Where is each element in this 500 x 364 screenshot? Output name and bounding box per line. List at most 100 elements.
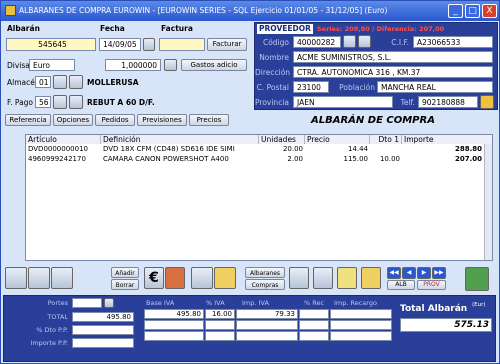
trash-icon[interactable] bbox=[361, 267, 381, 289]
search-icon[interactable] bbox=[53, 95, 67, 109]
scissors-icon[interactable] bbox=[289, 267, 309, 289]
cif-input[interactable]: A23066533 bbox=[413, 36, 493, 48]
factura-input[interactable] bbox=[159, 38, 205, 51]
close-button[interactable]: X bbox=[482, 4, 497, 18]
cif-label: C.I.F. bbox=[391, 38, 409, 47]
calendar-icon[interactable] bbox=[143, 38, 155, 51]
imp-rec-value-3 bbox=[330, 331, 392, 341]
anadir-button[interactable]: Añadir bbox=[111, 267, 139, 278]
telf-input[interactable]: 902180888 bbox=[418, 96, 478, 108]
proveedor-title: PROVEEDOR bbox=[257, 24, 313, 34]
col-articulo[interactable]: Artículo bbox=[26, 135, 101, 144]
minimize-button[interactable]: _ bbox=[448, 4, 463, 18]
portes-checkbox[interactable] bbox=[104, 298, 114, 308]
cambio-input[interactable]: 1,000000 bbox=[105, 59, 161, 71]
pct-iva-value-3 bbox=[205, 331, 235, 341]
lines-grid[interactable]: Artículo Definición Unidades Precio Dto … bbox=[25, 134, 493, 261]
tab-previsiones[interactable]: Previsiones bbox=[137, 114, 187, 126]
poblacion-input[interactable]: MANCHA REAL bbox=[377, 81, 493, 93]
phone-icon[interactable] bbox=[480, 95, 494, 109]
refresh-icon[interactable] bbox=[164, 59, 177, 71]
tools-icon[interactable] bbox=[51, 267, 73, 289]
edit-icon[interactable] bbox=[358, 35, 371, 48]
last-record-icon[interactable]: ▶▶ bbox=[432, 267, 446, 279]
vertical-scrollbar[interactable] bbox=[484, 144, 492, 260]
fecha-input[interactable]: 14/09/05 bbox=[99, 38, 141, 51]
nombre-input[interactable]: ACME SUMINISTROS, S.L. bbox=[293, 51, 493, 63]
importe-pp-label: Importe P.P. bbox=[30, 339, 68, 347]
window-title: ALBARANES DE COMPRA EUROWIN - [EUROWIN S… bbox=[19, 6, 388, 15]
row-importe: 288.80 bbox=[454, 145, 482, 153]
search-icon[interactable] bbox=[53, 75, 67, 89]
pct-iva-value: 16.00 bbox=[205, 309, 235, 319]
tab-opciones[interactable]: Opciones bbox=[53, 114, 93, 126]
pct-rec-value-2 bbox=[299, 320, 329, 330]
dto-pp-label: % Dto P.P. bbox=[36, 326, 68, 334]
direccion-label: Dirección bbox=[255, 68, 291, 77]
dto-pp-input[interactable] bbox=[72, 325, 134, 335]
edit-icon[interactable] bbox=[69, 75, 83, 89]
row-importe: 207.00 bbox=[454, 155, 482, 163]
proveedor-panel: PROVEEDOR Series: 208,80 / Diferencia: 2… bbox=[254, 22, 498, 110]
provincia-input[interactable]: JAEN bbox=[293, 96, 393, 108]
pencil-icon[interactable] bbox=[337, 267, 357, 289]
search-icon[interactable] bbox=[343, 35, 356, 48]
albaranes-button[interactable]: Albaranes bbox=[245, 267, 285, 278]
base-iva-value-2 bbox=[144, 320, 204, 330]
importe-pp-value bbox=[72, 338, 134, 348]
prev-record-icon[interactable]: ◀ bbox=[402, 267, 416, 279]
almacen-code-input[interactable]: 01 bbox=[35, 76, 51, 88]
fpago-code-input[interactable]: 56 bbox=[35, 96, 51, 108]
row-dto bbox=[370, 145, 400, 154]
base-iva-value: 495.80 bbox=[144, 309, 204, 319]
pct-rec-value bbox=[299, 309, 329, 319]
exit-icon[interactable] bbox=[465, 267, 489, 291]
nombre-label: Nombre bbox=[259, 53, 289, 62]
prov-button[interactable]: PROV bbox=[417, 280, 446, 290]
tab-referencia[interactable]: Referencia bbox=[5, 114, 51, 126]
telf-label: Telf. bbox=[400, 98, 415, 107]
imp-rec-value-2 bbox=[330, 320, 392, 330]
portes-input[interactable] bbox=[72, 298, 102, 308]
title-bar: ALBARANES DE COMPRA EUROWIN - [EUROWIN S… bbox=[1, 1, 499, 21]
row-unidades: 2.00 bbox=[287, 155, 303, 163]
select-icon[interactable] bbox=[5, 267, 27, 289]
first-record-icon[interactable]: ◀◀ bbox=[387, 267, 401, 279]
edit-icon[interactable] bbox=[69, 95, 83, 109]
albaran-number-input[interactable]: 545645 bbox=[6, 38, 96, 51]
col-dto[interactable]: Dto 1 bbox=[370, 135, 402, 144]
calculator-icon[interactable] bbox=[191, 267, 213, 289]
row-articulo: DVD0000000010 bbox=[28, 145, 88, 153]
col-unidades[interactable]: Unidades bbox=[259, 135, 305, 144]
direccion-input[interactable]: CTRA. AUTONOMICA 316 , KM.37 bbox=[293, 66, 493, 78]
next-record-icon[interactable]: ▶ bbox=[417, 267, 431, 279]
tab-pedidos[interactable]: Pedidos bbox=[95, 114, 135, 126]
fpago-label: F. Pago bbox=[7, 98, 34, 107]
total-albaran-label: Total Albarán bbox=[400, 304, 468, 314]
imp-iva-label: Imp. IVA bbox=[242, 299, 269, 307]
col-precio[interactable]: Precio bbox=[305, 135, 370, 144]
col-definicion[interactable]: Definición bbox=[101, 135, 259, 144]
col-importe[interactable]: Importe bbox=[402, 135, 492, 144]
facturar-button[interactable]: Facturar bbox=[207, 38, 247, 51]
euro-icon[interactable]: € bbox=[144, 267, 164, 289]
copy-icon[interactable] bbox=[28, 267, 50, 289]
codigo-label: Código bbox=[262, 38, 289, 47]
tab-precios[interactable]: Precios bbox=[189, 114, 229, 126]
row-unidades: 20.00 bbox=[282, 145, 303, 153]
almacen-name: MOLLERUSA bbox=[87, 78, 139, 87]
folder-icon[interactable] bbox=[214, 267, 236, 289]
alb-button[interactable]: ALB bbox=[387, 280, 415, 290]
maximize-button[interactable]: □ bbox=[465, 4, 480, 18]
borrar-button[interactable]: Borrar bbox=[111, 279, 139, 290]
row-precio: 115.00 bbox=[343, 155, 369, 163]
factura-label: Factura bbox=[161, 24, 193, 33]
book-icon[interactable] bbox=[165, 267, 185, 289]
divisa-input[interactable]: Euro bbox=[29, 59, 75, 71]
cpostal-input[interactable]: 23100 bbox=[293, 81, 329, 93]
codigo-input[interactable]: 40000282 bbox=[293, 36, 341, 48]
printer-icon[interactable] bbox=[313, 267, 333, 289]
pct-iva-value-2 bbox=[205, 320, 235, 330]
gastos-adicionales-button[interactable]: Gastos adicio bbox=[181, 59, 247, 71]
compras-button[interactable]: Compras bbox=[245, 279, 285, 290]
